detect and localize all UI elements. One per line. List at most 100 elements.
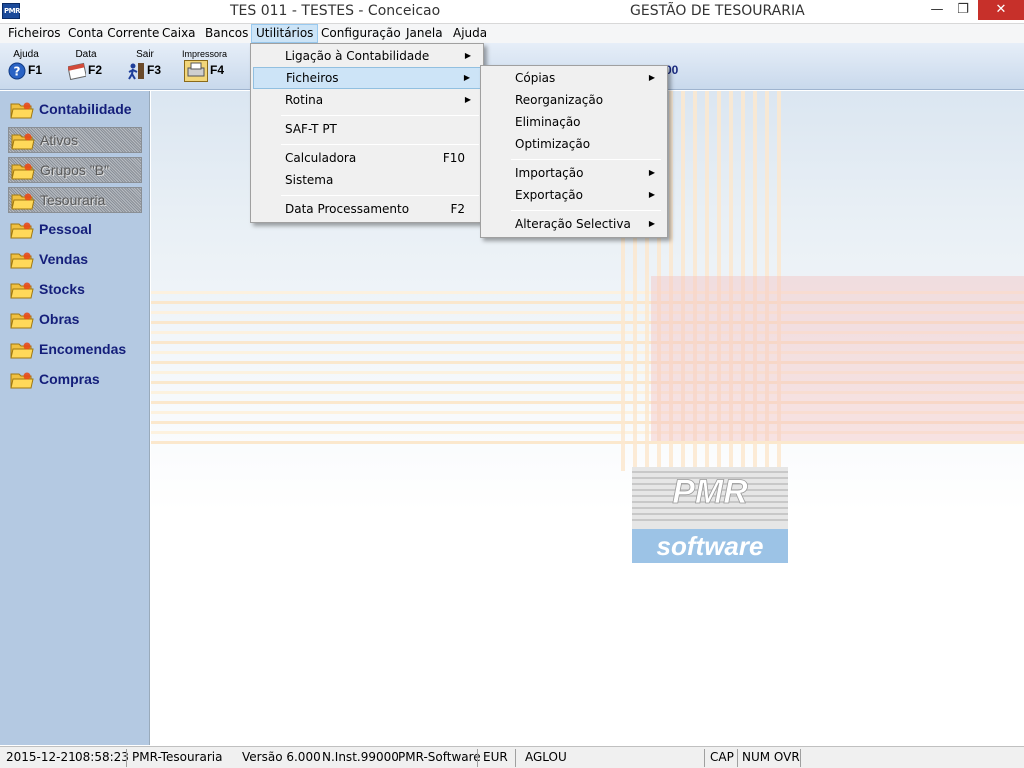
submenu-item-reorganizacao[interactable]: Reorganização [483, 89, 665, 111]
status-divider [477, 749, 478, 767]
menu-utilitarios[interactable]: Utilitários [251, 24, 319, 43]
folder-icon [10, 372, 34, 389]
sidebar-item-label: Encomendas [39, 341, 127, 357]
sidebar-item-compras[interactable]: Compras [8, 367, 142, 393]
logo-text-bottom: software [657, 531, 764, 561]
title-bar: PMR TES 011 - TESTES - Conceicao GESTÃO … [0, 0, 1024, 24]
folder-icon [10, 282, 34, 299]
sidebar-item-label: Ativos [40, 132, 79, 148]
app-icon[interactable]: PMR [2, 3, 21, 19]
submenu-item-eliminacao-label: Eliminação [515, 115, 581, 129]
menu-item-saft[interactable]: SAF-T PT [253, 118, 481, 140]
menu-item-ligacao-label: Ligação à Contabilidade [285, 49, 430, 63]
folder-icon [10, 252, 34, 269]
sidebar-item-obras[interactable]: Obras [8, 307, 142, 333]
menu-conta-corrente[interactable]: Conta Corrente [64, 24, 163, 43]
submenu-item-copias[interactable]: Cópias ▶ [483, 67, 665, 89]
submenu-item-copias-label: Cópias [515, 71, 556, 85]
menu-item-data-processamento[interactable]: Data Processamento F2 [253, 198, 481, 220]
menu-item-ligacao-contabilidade[interactable]: Ligação à Contabilidade ▶ [253, 45, 481, 67]
menu-item-rotina[interactable]: Rotina ▶ [253, 89, 481, 111]
shortcut-f10: F10 [442, 151, 465, 165]
submenu-item-optimizacao[interactable]: Optimização [483, 133, 665, 155]
toolbar-printer-label: Impressora [182, 49, 228, 59]
sidebar-item-grupos-b: Grupos "B" [8, 157, 142, 183]
status-cap: CAP [710, 750, 734, 764]
sidebar-item-stocks[interactable]: Stocks [8, 277, 142, 303]
submenu-arrow-icon: ▶ [648, 73, 655, 82]
menu-ficheiros[interactable]: Ficheiros [4, 24, 65, 43]
svg-text:?: ? [14, 65, 21, 79]
menu-caixa[interactable]: Caixa [158, 24, 200, 43]
submenu-item-exportacao-label: Exportação [515, 188, 583, 202]
pmr-logo: PMR software [632, 467, 788, 563]
submenu-item-eliminacao[interactable]: Eliminação [483, 111, 665, 133]
sidebar-item-label: Stocks [39, 281, 85, 297]
toolbar-date-key: F2 [88, 63, 103, 77]
help-icon: ? [8, 62, 26, 80]
status-divider [704, 749, 705, 767]
toolbar-exit-key: F3 [147, 63, 162, 77]
menu-ajuda[interactable]: Ajuda [449, 24, 491, 43]
submenu-item-importacao[interactable]: Importação ▶ [483, 162, 665, 184]
status-divider [737, 749, 738, 767]
menu-item-calculadora[interactable]: Calculadora F10 [253, 147, 481, 169]
sidebar-item-ativos: Ativos [8, 127, 142, 153]
sidebar-item-label: Pessoal [39, 221, 92, 237]
sidebar-item-contabilidade[interactable]: Contabilidade [8, 97, 142, 123]
sidebar-item-label: Compras [39, 371, 100, 387]
sidebar-item-label: Obras [39, 311, 80, 327]
status-user: AGLOU [525, 750, 567, 764]
toolbar-help-label: Ajuda [13, 49, 39, 60]
status-divider [800, 749, 801, 767]
sidebar: Contabilidade Ativos Grupos "B" Tesouraria P… [0, 91, 150, 745]
menu-janela[interactable]: Janela [402, 24, 447, 43]
folder-icon [10, 222, 34, 239]
menu-separator [281, 195, 479, 196]
submenu-arrow-icon: ▶ [648, 190, 655, 199]
restore-button[interactable]: ❐ [946, 0, 980, 20]
status-divider [515, 749, 516, 767]
submenu-item-alteracao-selectiva[interactable]: Alteração Selectiva ▶ [483, 213, 665, 235]
menu-configuracao[interactable]: Configuração [317, 24, 405, 43]
sidebar-item-label: Contabilidade [39, 101, 132, 117]
submenu-item-reorganizacao-label: Reorganização [515, 93, 604, 107]
toolbar-help-button[interactable]: Ajuda ? F1 [4, 47, 48, 85]
submenu-item-exportacao[interactable]: Exportação ▶ [483, 184, 665, 206]
toolbar-printer-button[interactable]: Impressora F4 [182, 47, 228, 85]
toolbar-exit-label: Sair [136, 49, 154, 60]
menu-bar: Ficheiros Conta Corrente Caixa Bancos Ut… [0, 24, 1024, 43]
module-title: GESTÃO DE TESOURARIA [630, 3, 805, 19]
menu-bancos[interactable]: Bancos [201, 24, 252, 43]
shortcut-f2: F2 [450, 202, 465, 216]
sidebar-item-encomendas[interactable]: Encomendas [8, 337, 142, 363]
menu-item-ficheiros[interactable]: Ficheiros ▶ [253, 67, 481, 89]
menu-item-sistema-label: Sistema [285, 173, 334, 187]
menu-item-ficheiros-label: Ficheiros [286, 71, 339, 85]
menu-item-sistema[interactable]: Sistema [253, 169, 481, 191]
sidebar-item-vendas[interactable]: Vendas [8, 247, 142, 273]
close-button[interactable]: ✕ [978, 0, 1024, 20]
toolbar-date-label: Data [75, 49, 97, 60]
folder-icon [10, 342, 34, 359]
folder-icon [11, 193, 35, 210]
calendar-icon [68, 62, 86, 80]
submenu-arrow-icon: ▶ [463, 73, 470, 82]
status-currency: EUR [483, 750, 508, 764]
logo-text-top: PMR [672, 473, 748, 511]
menu-separator [511, 159, 661, 160]
sidebar-item-pessoal[interactable]: Pessoal [8, 217, 142, 243]
submenu-arrow-icon: ▶ [648, 168, 655, 177]
folder-icon [11, 133, 35, 150]
toolbar-date-button[interactable]: Data F2 [64, 47, 108, 85]
toolbar-exit-button[interactable]: Sair F3 [123, 47, 167, 85]
submenu-item-importacao-label: Importação [515, 166, 584, 180]
status-installation: N.Inst.99000 [322, 750, 399, 764]
submenu-arrow-icon: ▶ [464, 51, 471, 60]
submenu-item-optimizacao-label: Optimização [515, 137, 591, 151]
sidebar-item-label: Grupos "B" [40, 162, 110, 178]
status-product: PMR-Tesouraria [132, 750, 223, 764]
status-company: PMR-Software [398, 750, 481, 764]
menu-item-rotina-label: Rotina [285, 93, 324, 107]
sidebar-item-label: Tesouraria [40, 192, 106, 208]
